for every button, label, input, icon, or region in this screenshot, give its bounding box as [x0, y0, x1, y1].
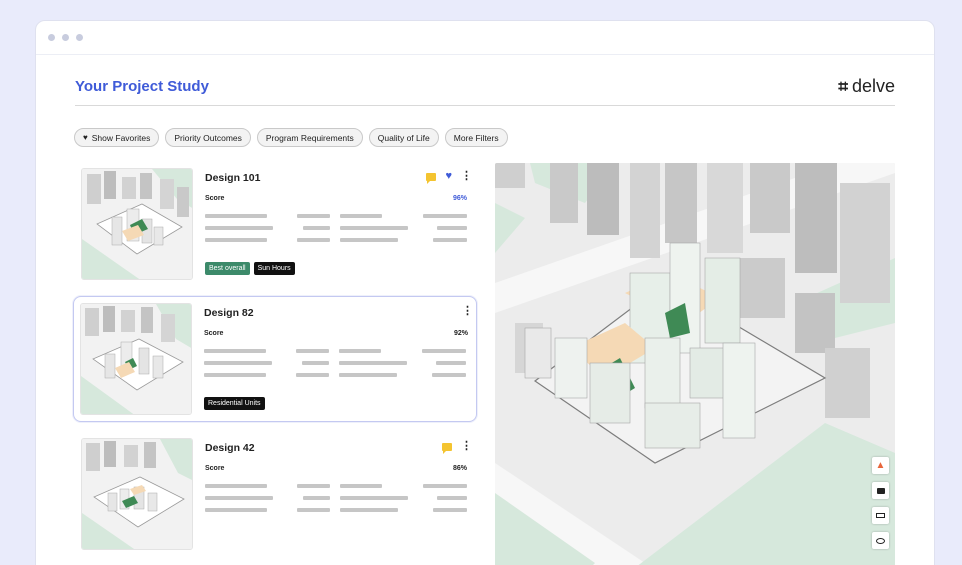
metric-bar — [205, 508, 267, 512]
design-tags: Best overall Sun Hours — [205, 262, 295, 275]
score-label: Score — [205, 465, 225, 472]
score-value: 92% — [453, 330, 468, 337]
metric-bar — [205, 238, 267, 242]
page-title: Your Project Study — [75, 78, 209, 95]
metric-bar — [303, 226, 330, 230]
heart-icon: ♥ — [83, 133, 88, 142]
metric-bars — [205, 212, 467, 252]
metric-bar — [302, 361, 329, 365]
filter-show-favorites[interactable]: ♥ Show Favorites — [74, 128, 160, 147]
filter-label: Quality of Life — [377, 132, 430, 143]
filter-label: Show Favorites — [91, 132, 151, 143]
metric-bar — [204, 361, 272, 365]
tag-sun-hours: Sun Hours — [253, 262, 295, 275]
design-card-selected[interactable]: Design 82 ⋮ Score 92% Residential Units — [73, 296, 477, 422]
filter-bar: ♥ Show Favorites Priority Outcomes Progr… — [74, 128, 508, 147]
metric-bar — [422, 349, 466, 353]
page-header: Your Project Study ⌗ delve — [75, 68, 895, 106]
filter-program-requirements[interactable]: Program Requirements — [256, 128, 363, 147]
more-options-icon[interactable]: ⋮ — [462, 306, 473, 317]
window-dot — [62, 34, 69, 41]
score-label: Score — [205, 195, 225, 202]
metric-bars — [205, 482, 467, 522]
more-options-icon[interactable]: ⋮ — [461, 171, 472, 182]
metric-bar — [303, 496, 330, 500]
metric-bar — [436, 361, 466, 365]
window-dot — [76, 34, 83, 41]
metric-bar — [432, 373, 466, 377]
metric-bar — [423, 214, 467, 218]
comment-flag-icon[interactable] — [426, 172, 437, 184]
filter-priority-outcomes[interactable]: Priority Outcomes — [165, 128, 251, 147]
tag-residential-units: Residential Units — [204, 397, 265, 410]
design-thumbnail[interactable] — [81, 168, 193, 280]
metric-bar — [205, 496, 273, 500]
metric-bar — [297, 214, 330, 218]
score-value: 96% — [452, 195, 467, 202]
card-actions: ♥ ⋮ — [426, 171, 472, 184]
metric-bar — [339, 361, 407, 365]
design-thumbnail[interactable] — [80, 303, 192, 415]
design-name: Design 42 — [205, 442, 255, 454]
metric-bar — [433, 508, 467, 512]
metric-bar — [204, 349, 266, 353]
metric-bar — [340, 214, 382, 218]
comment-icon[interactable] — [872, 482, 889, 499]
metric-bar — [205, 226, 273, 230]
design-name: Design 82 — [204, 307, 254, 319]
metric-bar — [205, 484, 267, 488]
metric-bar — [204, 373, 266, 377]
score-value: 86% — [452, 465, 467, 472]
metric-bar — [340, 238, 398, 242]
ruler-icon[interactable] — [872, 507, 889, 524]
window-titlebar — [36, 21, 934, 55]
site-map-canvas — [495, 163, 895, 565]
filter-label: Priority Outcomes — [174, 132, 242, 143]
metric-bar — [437, 496, 467, 500]
metric-bar — [437, 226, 467, 230]
metric-bar — [340, 484, 382, 488]
favorite-heart-icon[interactable]: ♥ — [445, 171, 452, 182]
filter-label: Program Requirements — [265, 132, 354, 143]
metric-bar — [339, 373, 397, 377]
delve-logo-icon: ⌗ — [838, 76, 848, 97]
compass-icon[interactable]: ▲ — [872, 457, 889, 474]
window-dot — [48, 34, 55, 41]
brand-name: delve — [851, 76, 895, 96]
card-actions: ⋮ — [462, 306, 473, 317]
metric-bar — [423, 484, 467, 488]
filter-quality-of-life[interactable]: Quality of Life — [368, 128, 439, 147]
design-card[interactable]: Design 101 ♥ ⋮ Score 96% Best overall Su… — [75, 162, 475, 288]
design-card[interactable]: Design 42 ⋮ Score 86% — [75, 432, 475, 558]
metric-bar — [297, 508, 330, 512]
metric-bars — [204, 347, 466, 387]
map-controls: ▲ — [872, 457, 889, 549]
metric-bar — [339, 349, 381, 353]
eye-icon[interactable] — [872, 532, 889, 549]
metric-bar — [340, 508, 398, 512]
card-actions: ⋮ — [442, 441, 472, 454]
metric-bar — [297, 238, 330, 242]
filter-label: More Filters — [453, 132, 499, 143]
metric-bar — [340, 226, 408, 230]
design-name: Design 101 — [205, 172, 261, 184]
design-tags: Residential Units — [204, 397, 265, 410]
3d-site-map[interactable]: ▲ — [495, 163, 895, 565]
comment-flag-icon[interactable] — [442, 442, 452, 454]
brand-logo[interactable]: ⌗ delve — [838, 76, 895, 97]
metric-bar — [297, 484, 330, 488]
tag-best-overall: Best overall — [205, 262, 250, 275]
filter-more-filters[interactable]: More Filters — [444, 128, 508, 147]
metric-bar — [340, 496, 408, 500]
metric-bar — [205, 214, 267, 218]
metric-bar — [433, 238, 467, 242]
more-options-icon[interactable]: ⋮ — [461, 441, 472, 452]
score-label: Score — [204, 330, 224, 337]
design-thumbnail[interactable] — [81, 438, 193, 550]
metric-bar — [296, 373, 329, 377]
metric-bar — [296, 349, 329, 353]
